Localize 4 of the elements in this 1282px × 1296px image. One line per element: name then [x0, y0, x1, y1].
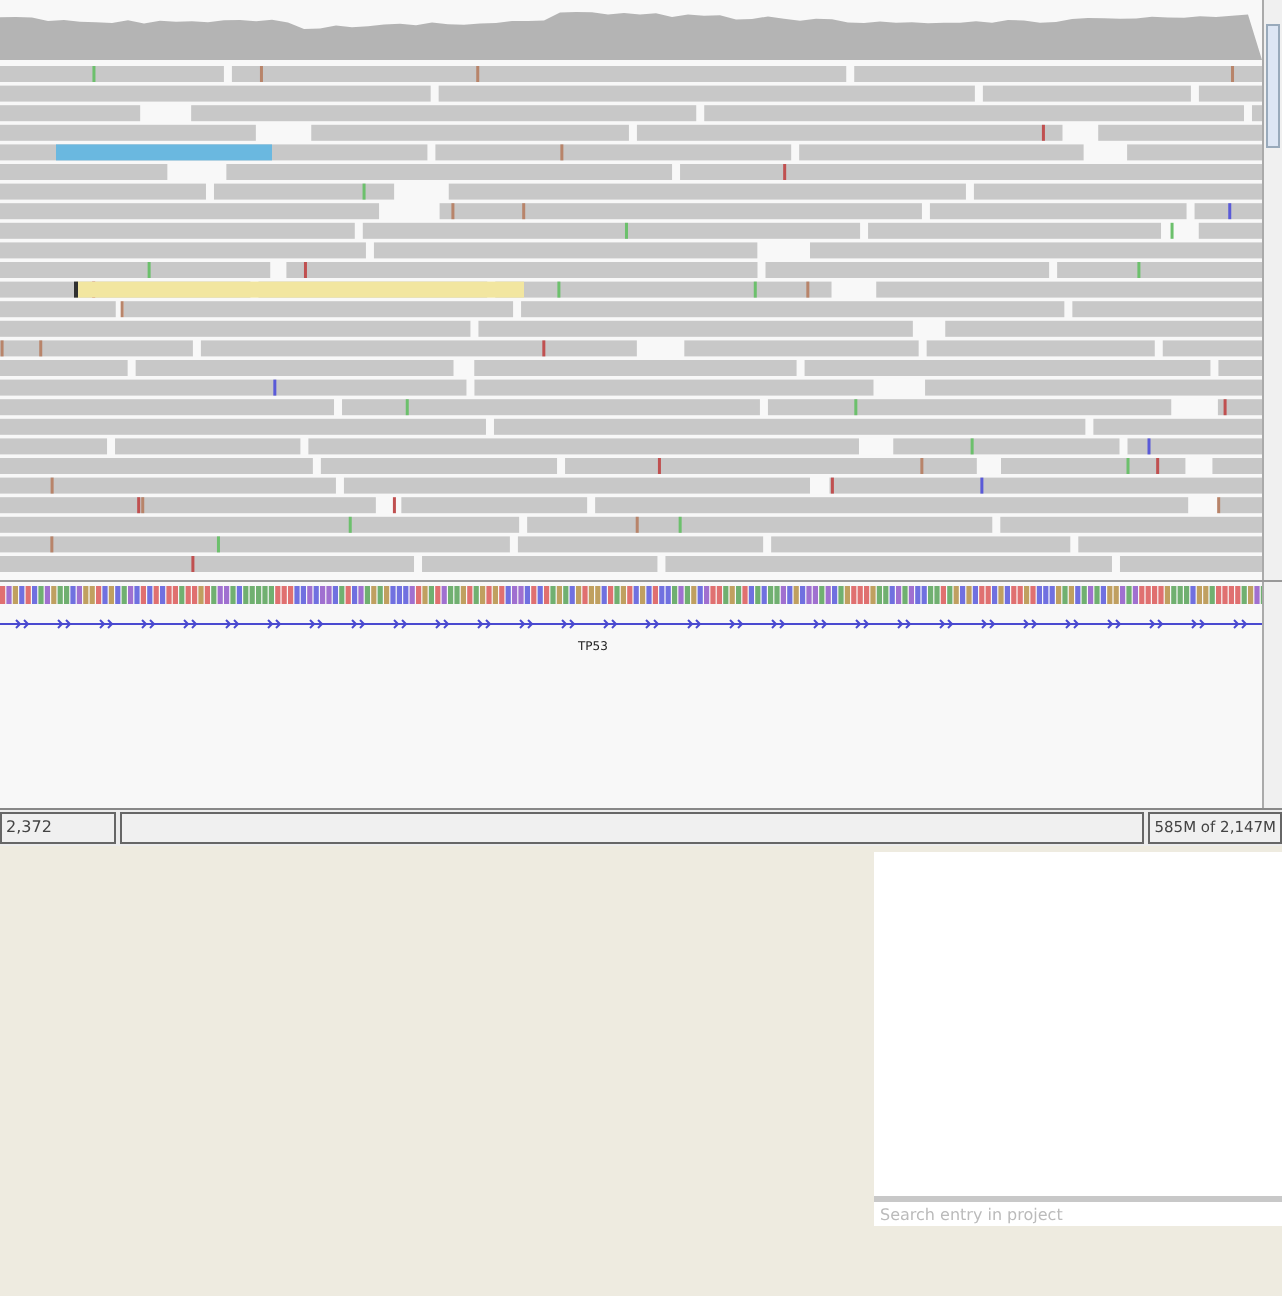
scrollbar[interactable]	[1262, 582, 1282, 808]
search-field[interactable]: Search entry in project	[874, 1202, 1282, 1226]
scrollbar[interactable]	[1262, 0, 1282, 580]
position-readout: 2,372	[0, 812, 116, 844]
